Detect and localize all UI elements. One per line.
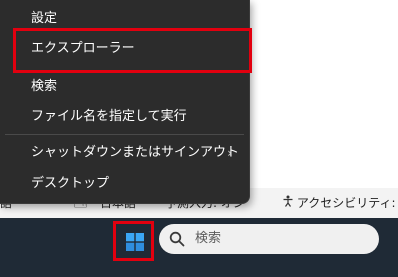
menu-separator xyxy=(5,134,244,135)
menu-item-label: 検索 xyxy=(31,79,58,94)
menu-item-label: デスクトップ xyxy=(31,176,110,191)
menu-item-shutdown[interactable]: シャットダウンまたはサインアウト › xyxy=(0,138,249,168)
menu-item-label: シャットダウンまたはサインアウト xyxy=(31,145,240,160)
menu-item-run[interactable]: ファイル名を指定して実行 xyxy=(0,102,249,132)
highlight-explorer xyxy=(13,28,252,73)
menu-item-desktop[interactable]: デスクトップ xyxy=(0,169,249,199)
accessibility-icon xyxy=(282,189,293,207)
status-accessibility-label: アクセシビリティ: 利 xyxy=(296,196,398,210)
windows-logo-icon xyxy=(126,233,144,251)
taskbar: 検索 xyxy=(0,218,398,277)
status-accessibility[interactable]: アクセシビリティ: 利 xyxy=(282,188,398,218)
taskbar-search-box[interactable]: 検索 xyxy=(159,224,379,254)
start-button[interactable] xyxy=(113,221,154,261)
search-icon xyxy=(169,231,185,247)
search-placeholder: 検索 xyxy=(195,231,222,246)
menu-item-search[interactable]: 検索 xyxy=(0,72,249,102)
menu-item-label: 設定 xyxy=(31,11,58,26)
menu-item-label: ファイル名を指定して実行 xyxy=(31,109,187,124)
chevron-right-icon: › xyxy=(227,146,232,160)
